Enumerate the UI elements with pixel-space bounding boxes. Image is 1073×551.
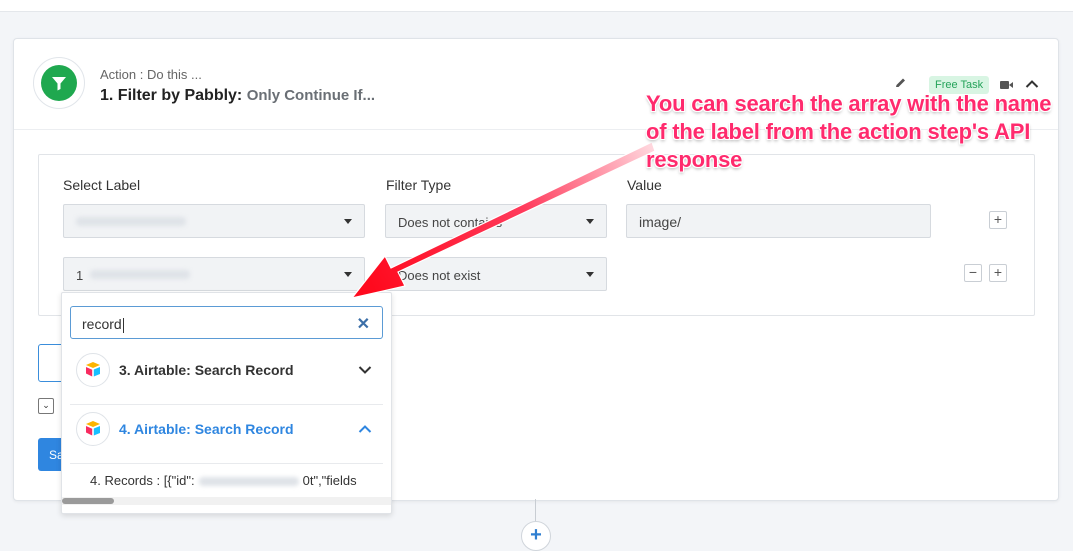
value-header: Value bbox=[627, 177, 662, 193]
filter-type-dropdown-1[interactable]: Does not contains bbox=[385, 204, 607, 238]
value-input-1-text: image/ bbox=[639, 214, 682, 230]
step-title: 1. Filter by Pabbly: Only Continue If... bbox=[100, 87, 375, 105]
chevron-down-icon bbox=[358, 366, 372, 374]
close-icon[interactable]: ✕ bbox=[357, 314, 370, 334]
select-label-dropdown-1[interactable] bbox=[63, 204, 365, 238]
record-option-tail: 0t","fields bbox=[302, 473, 357, 488]
caret-down-icon bbox=[586, 272, 594, 277]
pencil-icon[interactable] bbox=[894, 77, 907, 90]
filter-type-header: Filter Type bbox=[386, 177, 452, 193]
caret-down-icon bbox=[586, 219, 594, 224]
scrollbar-thumb[interactable] bbox=[62, 498, 114, 504]
add-step-plus-icon[interactable]: + bbox=[521, 521, 551, 551]
add-condition-plus-icon-2[interactable]: + bbox=[989, 264, 1007, 282]
step-title-suffix: Only Continue If... bbox=[246, 87, 376, 104]
filter-type-value-2: Does not exist bbox=[398, 268, 481, 283]
value-input-1[interactable]: image/ bbox=[626, 204, 931, 238]
group-airtable-3[interactable]: 3. Airtable: Search Record bbox=[62, 353, 391, 403]
select-label-header: Select Label bbox=[63, 177, 141, 193]
video-icon[interactable] bbox=[1000, 80, 1014, 90]
record-option[interactable]: 4. Records : [{"id": 0t","fields bbox=[90, 473, 357, 488]
caret-down-icon bbox=[344, 272, 352, 277]
airtable-icon bbox=[76, 412, 110, 446]
chevron-up-icon bbox=[358, 425, 372, 433]
label-search-dropdown: record ✕ 3. Airtable: Search Record 4. A… bbox=[61, 292, 392, 514]
select-label-dropdown-2[interactable]: 1 bbox=[63, 257, 365, 291]
remove-condition-minus-icon[interactable]: − bbox=[964, 264, 982, 282]
horizontal-scrollbar[interactable] bbox=[62, 497, 391, 505]
annotation-text: You can search the array with the name o… bbox=[646, 91, 1052, 172]
top-strip bbox=[0, 0, 1073, 12]
filter-type-value-1: Does not contains bbox=[398, 215, 503, 230]
select-label-value-2: 1 bbox=[76, 268, 84, 283]
group-airtable-4[interactable]: 4. Airtable: Search Record bbox=[62, 412, 391, 462]
collapse-chevron-up-icon[interactable] bbox=[1025, 79, 1039, 89]
label-search-input[interactable]: record ✕ bbox=[70, 306, 383, 339]
add-condition-plus-icon[interactable]: + bbox=[989, 211, 1007, 229]
checkbox-partial[interactable]: ⌄ bbox=[38, 398, 54, 414]
step-subtitle: Action : Do this ... bbox=[100, 67, 202, 82]
search-input-value: record bbox=[82, 316, 122, 332]
record-option-text: 4. Records : [{"id": bbox=[90, 473, 195, 488]
filter-type-dropdown-2[interactable]: Does not exist bbox=[385, 257, 607, 291]
group-name-3: 3. Airtable: Search Record bbox=[119, 362, 294, 378]
caret-down-icon bbox=[344, 219, 352, 224]
filter-app-logo bbox=[33, 57, 85, 109]
filter-icon bbox=[52, 77, 66, 91]
group-name-4: 4. Airtable: Search Record bbox=[119, 421, 294, 437]
airtable-icon bbox=[76, 353, 110, 387]
step-title-main: 1. Filter by Pabbly: bbox=[100, 87, 243, 104]
